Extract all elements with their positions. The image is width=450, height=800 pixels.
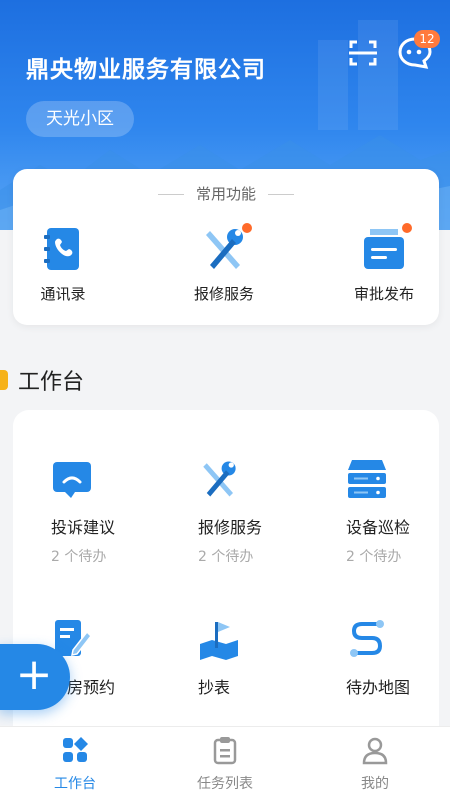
common-functions-card: 常用功能 通讯录 报修服务 审批发布 [13,169,439,325]
common-item-label: 审批发布 [353,285,414,303]
work-item-repair[interactable]: 报修服务 2 个待办 [160,458,300,566]
common-item-label: 报修服务 [193,285,254,303]
complaint-chat-icon [51,458,93,500]
approval-inbox-icon [362,223,412,273]
bottom-nav: 工作台 任务列表 我的 [0,726,450,800]
community-selector[interactable]: 天光小区 [26,101,134,137]
pending-count: 2 个待办 [198,549,254,565]
tab-mine[interactable]: 我的 [300,735,450,793]
pending-count: 2 个待办 [346,549,402,565]
add-fab-button[interactable]: + [0,644,70,710]
flag-map-icon [198,618,240,660]
workbench-card: 投诉建议 2 个待办 报修服务 2 个待办 设备巡检 2 个待办 看房预约 抄表… [13,410,439,750]
contacts-icon [41,225,85,273]
clipboard-icon [210,735,240,765]
common-item-label: 通讯录 [40,285,86,303]
common-item-repair[interactable]: 报修服务 [164,223,284,304]
plus-icon: + [15,649,53,700]
tab-label: 工作台 [54,776,96,792]
pending-count: 2 个待办 [51,549,107,565]
user-icon [360,735,390,765]
work-item-label: 报修服务 [198,518,263,537]
workbench-title: 工作台 [18,370,85,395]
repair-tools-icon [198,458,240,500]
tab-label: 任务列表 [197,776,253,792]
dashboard-icon [60,735,90,765]
route-icon [346,618,388,660]
work-item-label: 抄表 [198,678,231,697]
divider [157,194,184,195]
work-item-label: 待办地图 [346,678,411,697]
section-accent-bar [0,370,8,390]
common-item-contacts[interactable]: 通讯录 [3,225,123,304]
common-functions-title: 常用功能 [195,185,256,203]
new-dot [402,223,412,233]
company-name: 鼎央物业服务有限公司 [26,57,266,83]
tab-label: 我的 [361,776,389,792]
tab-workbench[interactable]: 工作台 [0,735,150,793]
work-item-inspection[interactable]: 设备巡检 2 个待办 [308,458,448,566]
divider [268,194,294,195]
message-count-badge: 12 [414,30,440,48]
scan-button[interactable] [346,36,380,70]
work-item-complaint[interactable]: 投诉建议 2 个待办 [13,458,153,566]
repair-tools-icon [202,223,252,273]
work-item-meter-reading[interactable]: 抄表 [160,618,300,698]
scan-icon [349,40,377,66]
work-item-label: 设备巡检 [346,518,411,537]
server-icon [346,458,388,500]
new-dot [242,223,252,233]
tab-task-list[interactable]: 任务列表 [150,735,300,793]
work-item-label: 投诉建议 [51,518,116,537]
work-item-todo-map[interactable]: 待办地图 [308,618,448,698]
common-item-approval[interactable]: 审批发布 [324,223,444,304]
